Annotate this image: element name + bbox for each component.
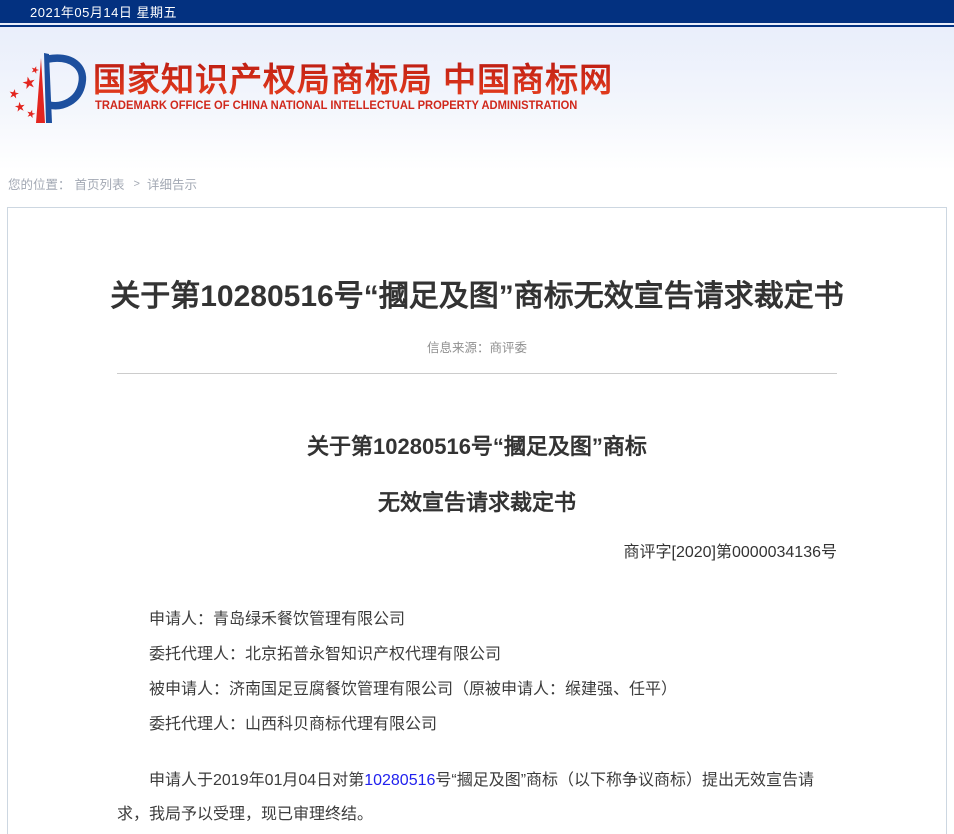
- doc-title-line2: 无效宣告请求裁定书: [117, 485, 837, 517]
- trademark-number-link[interactable]: 10280516: [364, 772, 435, 789]
- paragraph-text-before: 申请人于2019年01月04日对第: [149, 772, 364, 789]
- party-line-applicant-agent: 委托代理人：北京拓普永智知识产权代理有限公司: [117, 637, 837, 672]
- party-line-applicant: 申请人：青岛绿禾餐饮管理有限公司: [117, 602, 837, 637]
- top-date-bar: 2021年05月14日 星期五: [0, 0, 954, 23]
- party-line-respondent: 被申请人：济南国足豆腐餐饮管理有限公司（原被申请人：缑建强、任平）: [117, 672, 837, 707]
- breadcrumb-item-detail-notice[interactable]: 详细告示: [147, 174, 197, 193]
- document-body: 关于第10280516号“摑足及图”商标 无效宣告请求裁定书 商评字[2020]…: [117, 373, 837, 832]
- article-title: 关于第10280516号“摑足及图”商标无效宣告请求裁定书: [88, 276, 866, 318]
- site-title: 国家知识产权局商标局 中国商标网: [93, 53, 613, 101]
- site-header: 国家知识产权局商标局 中国商标网 TRADEMARK OFFICE OF CHI…: [0, 27, 954, 170]
- breadcrumb: 您的位置： 首页列表 > 详细告示: [0, 170, 954, 197]
- breadcrumb-prefix: 您的位置：: [8, 174, 71, 193]
- doc-title-line1: 关于第10280516号“摑足及图”商标: [117, 429, 837, 461]
- party-list: 申请人：青岛绿禾餐饮管理有限公司 委托代理人：北京拓普永智知识产权代理有限公司 …: [117, 602, 837, 742]
- cnipa-logo-icon: [4, 51, 94, 131]
- date-label: 2021年05月14日 星期五: [30, 2, 177, 21]
- party-line-respondent-agent: 委托代理人：山西科贝商标代理有限公司: [117, 707, 837, 742]
- body-paragraph: 申请人于2019年01月04日对第10280516号“摑足及图”商标（以下称争议…: [117, 764, 837, 832]
- breadcrumb-item-home-list[interactable]: 首页列表: [75, 174, 125, 193]
- breadcrumb-separator: >: [134, 178, 140, 190]
- content-panel: 关于第10280516号“摑足及图”商标无效宣告请求裁定书 信息来源：商评委 关…: [7, 207, 947, 834]
- title-divider: [117, 373, 837, 374]
- info-source: 信息来源：商评委: [8, 337, 946, 356]
- doc-number: 商评字[2020]第0000034136号: [117, 538, 837, 562]
- site-subtitle: TRADEMARK OFFICE OF CHINA NATIONAL INTEL…: [95, 98, 577, 112]
